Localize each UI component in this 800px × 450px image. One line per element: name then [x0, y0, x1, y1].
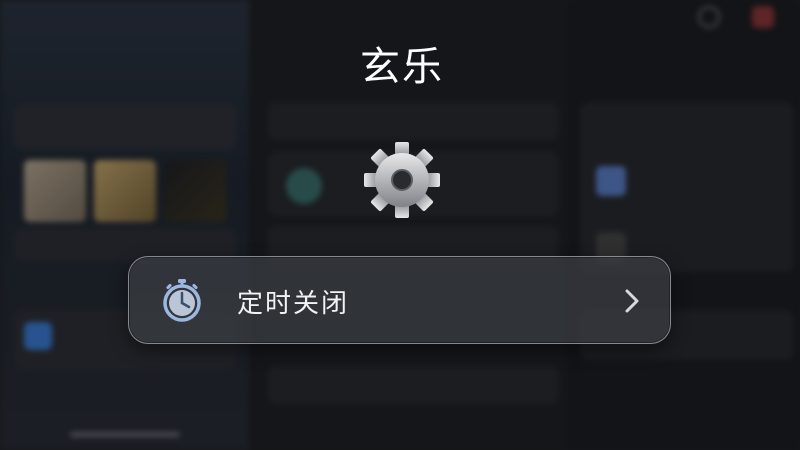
timer-close-label: 定时关闭 [237, 289, 350, 319]
timer-close-item[interactable]: 定时关闭 [128, 256, 671, 344]
gear-icon [364, 142, 440, 218]
timer-icon [163, 279, 201, 322]
chevron-right-icon [625, 289, 639, 313]
app-title: 玄乐 [360, 44, 444, 90]
